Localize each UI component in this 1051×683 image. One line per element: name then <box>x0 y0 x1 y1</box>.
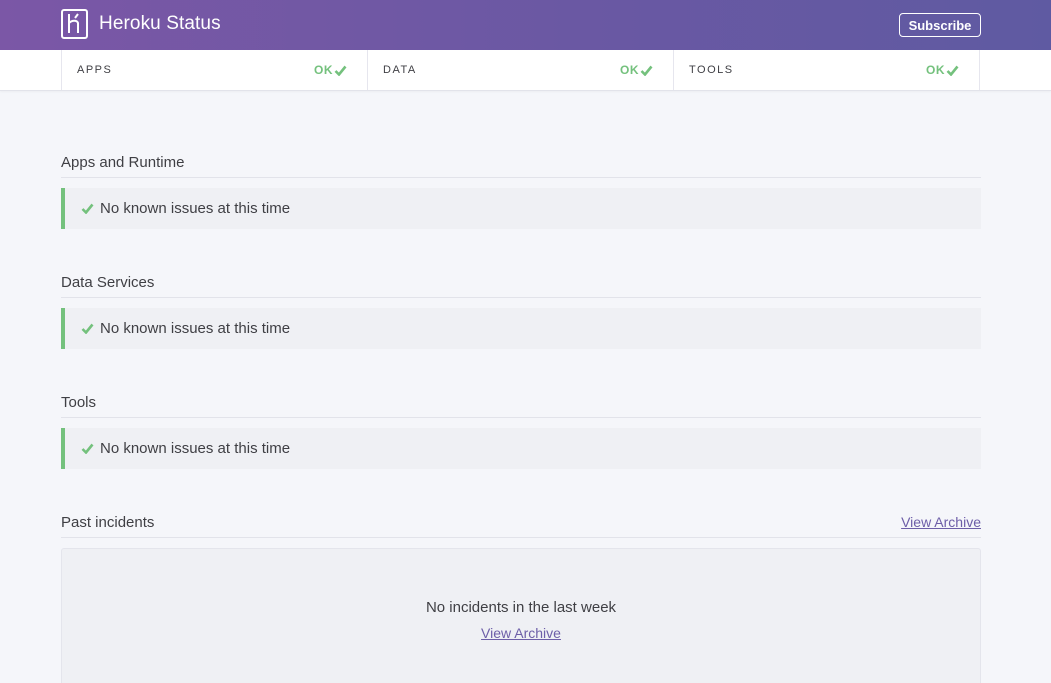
status-name: DATA <box>383 64 417 76</box>
status-bar: APPS OK DATA OK TOOLS OK <box>0 50 1051 91</box>
issue-message: No known issues at this time <box>100 320 291 337</box>
section-header-past-incidents: Past incidents View Archive <box>61 503 981 538</box>
main-content: Apps and Runtime No known issues at this… <box>61 143 981 683</box>
issue-message: No known issues at this time <box>100 440 291 457</box>
heroku-logo-icon <box>61 9 88 39</box>
subscribe-button[interactable]: Subscribe <box>899 13 981 37</box>
status-apps[interactable]: APPS OK <box>62 50 368 90</box>
status-name: APPS <box>77 64 113 76</box>
brand[interactable]: Heroku Status <box>61 9 221 39</box>
section-header-data: Data Services <box>61 263 981 298</box>
issue-status-tools: No known issues at this time <box>61 428 981 469</box>
status-ok-badge: OK <box>314 63 347 77</box>
section-title: Past incidents <box>61 513 155 531</box>
no-incidents-message: No incidents in the last week <box>425 599 617 616</box>
section-header-tools: Tools <box>61 383 981 418</box>
checkmark-icon <box>81 203 94 214</box>
view-archive-link[interactable]: View Archive <box>901 514 981 530</box>
checkmark-icon <box>640 65 653 76</box>
status-ok-label: OK <box>314 63 333 77</box>
status-tools[interactable]: TOOLS OK <box>674 50 980 90</box>
header: Heroku Status Subscribe <box>0 0 1051 50</box>
checkmark-icon <box>334 65 347 76</box>
checkmark-icon <box>81 443 94 454</box>
issue-message: No known issues at this time <box>100 200 291 217</box>
issue-status-data: No known issues at this time <box>61 308 981 349</box>
status-ok-badge: OK <box>926 63 959 77</box>
page-title: Heroku Status <box>99 13 221 34</box>
checkmark-icon <box>81 323 94 334</box>
past-incidents-box: No incidents in the last week View Archi… <box>61 548 981 683</box>
view-archive-link-bottom[interactable]: View Archive <box>481 625 561 641</box>
section-title: Apps and Runtime <box>61 153 185 171</box>
status-name: TOOLS <box>689 64 734 76</box>
section-title: Tools <box>61 393 97 411</box>
status-data[interactable]: DATA OK <box>368 50 674 90</box>
section-title: Data Services <box>61 273 155 291</box>
section-header-apps: Apps and Runtime <box>61 143 981 178</box>
status-ok-badge: OK <box>620 63 653 77</box>
status-ok-label: OK <box>926 63 945 77</box>
status-ok-label: OK <box>620 63 639 77</box>
checkmark-icon <box>946 65 959 76</box>
issue-status-apps: No known issues at this time <box>61 188 981 229</box>
